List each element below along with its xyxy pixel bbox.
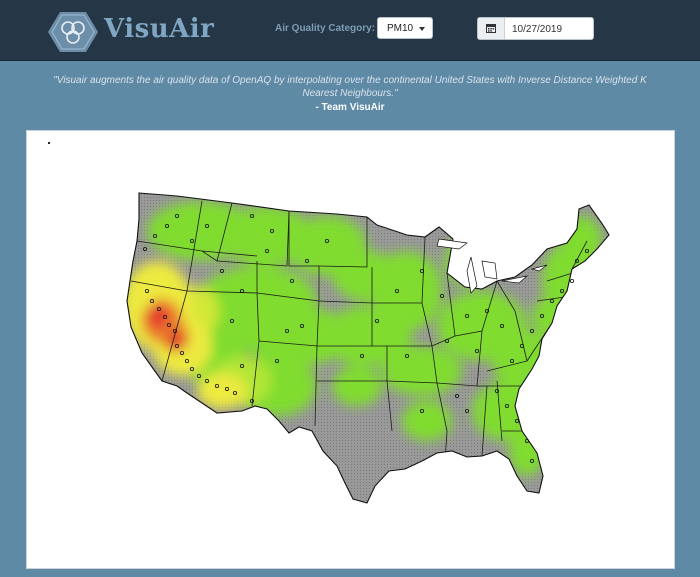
category-label: Air Quality Category: <box>275 23 376 34</box>
chevron-down-icon <box>419 27 425 31</box>
navbar: VisuAir Air Quality Category: PM10 10/27… <box>0 0 700 61</box>
calendar-icon <box>486 24 496 33</box>
map-panel[interactable] <box>26 130 675 569</box>
app-title[interactable]: VisuAir <box>104 14 214 44</box>
swirl-logo-icon[interactable] <box>48 10 98 54</box>
category-value: PM10 <box>387 23 414 34</box>
date-value: 10/27/2019 <box>512 24 563 35</box>
us-heatmap[interactable] <box>27 131 674 568</box>
calendar-button[interactable] <box>478 18 505 39</box>
banner-signature: - Team VisuAir <box>315 102 385 113</box>
banner-quote: "Visuair augments the air quality data o… <box>53 75 647 99</box>
category-select[interactable]: PM10 <box>377 17 433 39</box>
date-picker[interactable]: 10/27/2019 <box>477 17 594 40</box>
